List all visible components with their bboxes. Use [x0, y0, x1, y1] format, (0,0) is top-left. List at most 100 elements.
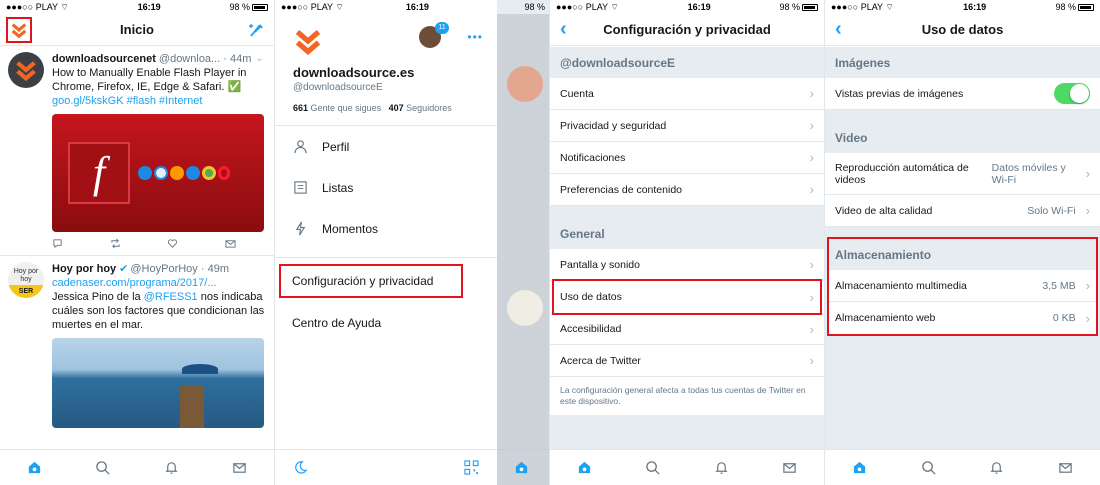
account-name[interactable]: downloadsource.es — [293, 65, 497, 80]
search-tab-icon[interactable] — [921, 460, 936, 475]
qr-code-icon[interactable] — [464, 460, 479, 475]
profile-icon — [294, 140, 307, 154]
following-count[interactable]: 661 — [293, 103, 308, 113]
back-icon[interactable]: ‹ — [560, 18, 567, 41]
settings-navbar: ‹ Configuración y privacidad — [550, 14, 824, 46]
search-tab-icon[interactable] — [645, 460, 660, 475]
settings-and-privacy-link[interactable]: Configuración y privacidad — [279, 264, 463, 298]
battery-status: 98 % — [779, 2, 818, 12]
screens-row: ●●●○○ PLAY ⌔ 16:19 98 % Inicio downloads… — [0, 0, 1100, 485]
home-tab-icon[interactable] — [577, 460, 592, 475]
clock: 16:19 — [405, 2, 429, 12]
settings-row-account[interactable]: Cuenta › — [550, 78, 824, 110]
settings-row-notifications[interactable]: Notificaciones › — [550, 142, 824, 174]
home-tab-icon[interactable] — [27, 460, 42, 475]
chevron-right-icon: › — [1085, 310, 1090, 326]
tweet-link[interactable]: cadenaser.com/programa/2017/... — [52, 276, 266, 290]
mention-link[interactable]: @RFESS1 — [144, 291, 198, 303]
avatar — [507, 290, 543, 326]
notifications-tab-icon[interactable] — [714, 460, 729, 475]
tweet-item[interactable]: downloadsourcenet @downloa... · 44m ⌄ Ho… — [0, 46, 274, 256]
avatar — [507, 66, 543, 102]
help-center-link[interactable]: Centro de Ayuda — [275, 302, 497, 343]
ser-badge: SER — [8, 285, 44, 298]
tweet-author-name[interactable]: downloadsourcenet — [52, 52, 156, 66]
more-icon[interactable]: ••• — [467, 30, 483, 44]
back-icon[interactable]: ‹ — [835, 18, 842, 41]
sea-photo[interactable] — [52, 338, 264, 428]
carrier: ●●●○○ PLAY ⌔ — [556, 1, 619, 12]
section-header: Video — [835, 130, 868, 145]
like-icon[interactable] — [167, 238, 178, 249]
menu-item-lists[interactable]: Listas — [275, 167, 497, 208]
messages-tab-icon[interactable] — [782, 460, 797, 475]
avatar[interactable] — [8, 52, 44, 88]
notification-badge: 11 — [435, 22, 449, 34]
menu-item-label: Listas — [322, 180, 354, 195]
chevrons-logo-icon — [16, 61, 36, 82]
home-tab-icon[interactable] — [852, 460, 867, 475]
clock: 16:19 — [687, 2, 711, 12]
settings-row-video-autoplay[interactable]: Reproducción automática de videos Datos … — [825, 153, 1100, 195]
settings-row-web-storage[interactable]: Almacenamiento web 0 KB › — [829, 302, 1096, 334]
side-drawer: 11 ••• downloadsource.es @downloadsource… — [275, 14, 497, 485]
section-header: Almacenamiento — [835, 247, 932, 262]
chevron-right-icon: › — [809, 257, 814, 272]
carrier: ●●●○○ PLAY ⌔ — [281, 1, 344, 12]
home-tab-icon — [515, 461, 528, 474]
image-preview-toggle[interactable] — [1054, 83, 1090, 104]
settings-row-media-storage[interactable]: Almacenamiento multimedia 3,5 MB › — [829, 270, 1096, 302]
settings-row-content-preferences[interactable]: Preferencias de contenido › — [550, 174, 824, 206]
reply-icon[interactable] — [52, 238, 63, 249]
carrier: ●●●○○ PLAY ⌔ — [831, 1, 894, 12]
tweet-author-handle: @HoyPorHoy — [130, 263, 198, 275]
data-usage-list: Imágenes Vistas previas de imágenes Vide… — [825, 47, 1100, 449]
downloadsource-logo-button[interactable] — [6, 17, 32, 43]
compose-tweet-icon[interactable] — [248, 22, 264, 43]
settings-row-display-sound[interactable]: Pantalla y sonido › — [550, 249, 824, 281]
settings-row-about[interactable]: Acerca de Twitter › — [550, 345, 824, 377]
settings-row-wrap: Configuración y privacidad — [275, 258, 497, 298]
section-header: @downloadsourceE — [560, 55, 676, 70]
messages-tab-icon[interactable] — [1058, 460, 1073, 475]
retweet-icon[interactable] — [110, 238, 121, 249]
tweet-author-name[interactable]: Hoy por hoy — [52, 262, 116, 276]
following-label[interactable]: Gente que sigues — [311, 103, 382, 113]
search-tab-icon[interactable] — [95, 460, 110, 475]
page-title: Configuración y privacidad — [603, 22, 771, 37]
avatar[interactable]: Hoy por hoy SER — [8, 262, 44, 298]
drawer-screen: 98 % ●●●○○ PLAY ⌔ 16:19 11 ••• downloads… — [275, 0, 550, 485]
message-icon[interactable] — [225, 238, 236, 249]
tab-bar-partial — [497, 449, 549, 485]
umbrella-icon — [182, 364, 218, 374]
tweet-item[interactable]: Hoy por hoy SER Hoy por hoy ✔ @HoyPorHoy… — [0, 256, 274, 432]
chevron-right-icon: › — [809, 182, 814, 197]
messages-tab-icon[interactable] — [232, 460, 247, 475]
settings-row-privacy[interactable]: Privacidad y seguridad › — [550, 110, 824, 142]
night-mode-icon[interactable] — [293, 460, 308, 475]
tweet-author-handle: @downloa... — [158, 53, 221, 65]
followers-count[interactable]: 407 — [389, 103, 404, 113]
flash-player-image[interactable]: f — [52, 114, 264, 232]
chevron-right-icon: › — [809, 289, 814, 305]
chevrons-logo-icon[interactable] — [293, 26, 323, 56]
menu-item-profile[interactable]: Perfil — [275, 126, 497, 167]
flash-icon: f — [68, 142, 130, 204]
settings-row-accessibility[interactable]: Accesibilidad › — [550, 313, 824, 345]
menu-item-moments[interactable]: Momentos — [275, 208, 497, 249]
status-bar: ●●●○○ PLAY ⌔ 16:19 98 % — [825, 0, 1100, 14]
notifications-tab-icon[interactable] — [164, 460, 179, 475]
drawer-header: 11 ••• downloadsource.es @downloadsource… — [275, 14, 497, 113]
chevron-down-icon[interactable]: ⌄ — [255, 52, 263, 66]
settings-row-hq-video[interactable]: Video de alta calidad Solo Wi-Fi › — [825, 195, 1100, 227]
drawer-overlay[interactable]: 98 % — [497, 0, 549, 485]
settings-row-data-usage[interactable]: Uso de datos › — [552, 279, 822, 315]
followers-label[interactable]: Seguidores — [406, 103, 452, 113]
chevron-right-icon: › — [1085, 166, 1090, 181]
chevron-right-icon: › — [1085, 203, 1090, 218]
settings-list: @downloadsourceE Cuenta › Privacidad y se… — [550, 47, 824, 449]
tweet-link[interactable]: goo.gl/5kskGK #flash #Internet — [52, 94, 266, 108]
notifications-tab-icon[interactable] — [989, 460, 1004, 475]
general-settings-note: La configuración general afecta a todas … — [550, 377, 824, 415]
battery-icon — [251, 4, 268, 12]
